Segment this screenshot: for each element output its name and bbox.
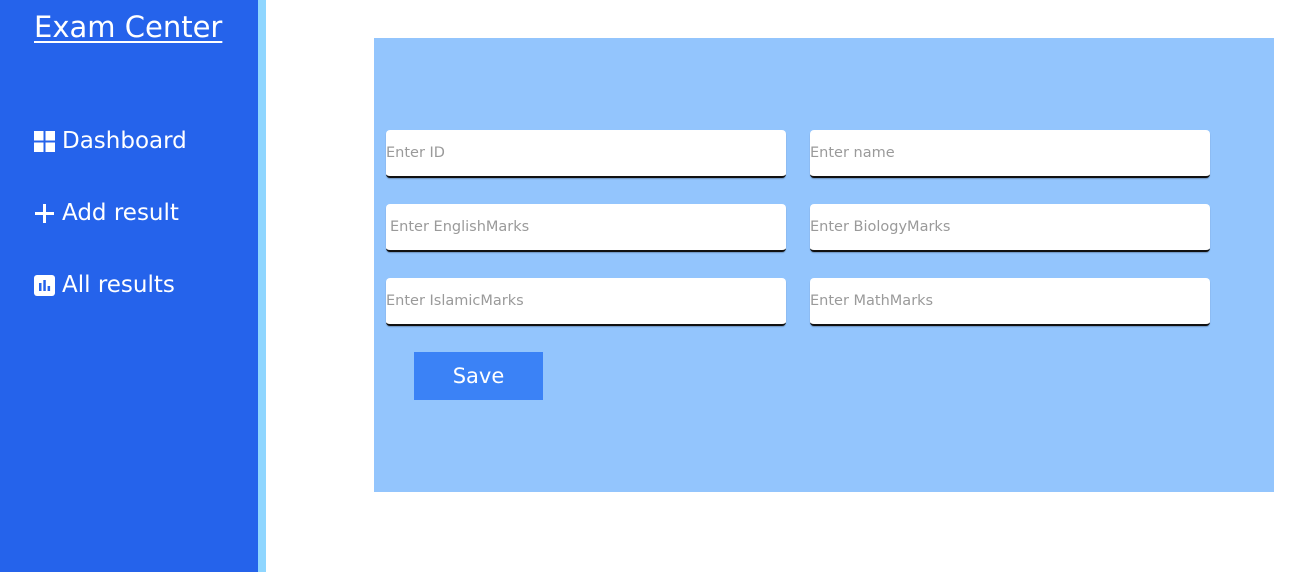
islamic-marks-input[interactable] xyxy=(386,278,786,326)
sidebar-divider xyxy=(258,0,266,572)
add-result-form: Save xyxy=(374,38,1274,492)
sidebar-item-all-results[interactable]: All results xyxy=(34,272,175,298)
id-input[interactable] xyxy=(386,130,786,178)
bar-chart-icon xyxy=(34,274,55,296)
sidebar-item-label: Dashboard xyxy=(62,128,187,154)
sidebar: Exam Center Dashboard Add result All res… xyxy=(0,0,258,572)
name-input[interactable] xyxy=(810,130,1210,178)
sidebar-item-add-result[interactable]: Add result xyxy=(34,200,179,226)
save-button[interactable]: Save xyxy=(414,352,543,400)
grid-icon xyxy=(34,130,55,152)
brand-link[interactable]: Exam Center xyxy=(34,10,222,44)
english-marks-input[interactable] xyxy=(386,204,786,252)
sidebar-item-label: Add result xyxy=(62,200,179,226)
plus-icon xyxy=(34,203,55,224)
sidebar-item-dashboard[interactable]: Dashboard xyxy=(34,128,187,154)
biology-marks-input[interactable] xyxy=(810,204,1210,252)
math-marks-input[interactable] xyxy=(810,278,1210,326)
sidebar-item-label: All results xyxy=(62,272,175,298)
